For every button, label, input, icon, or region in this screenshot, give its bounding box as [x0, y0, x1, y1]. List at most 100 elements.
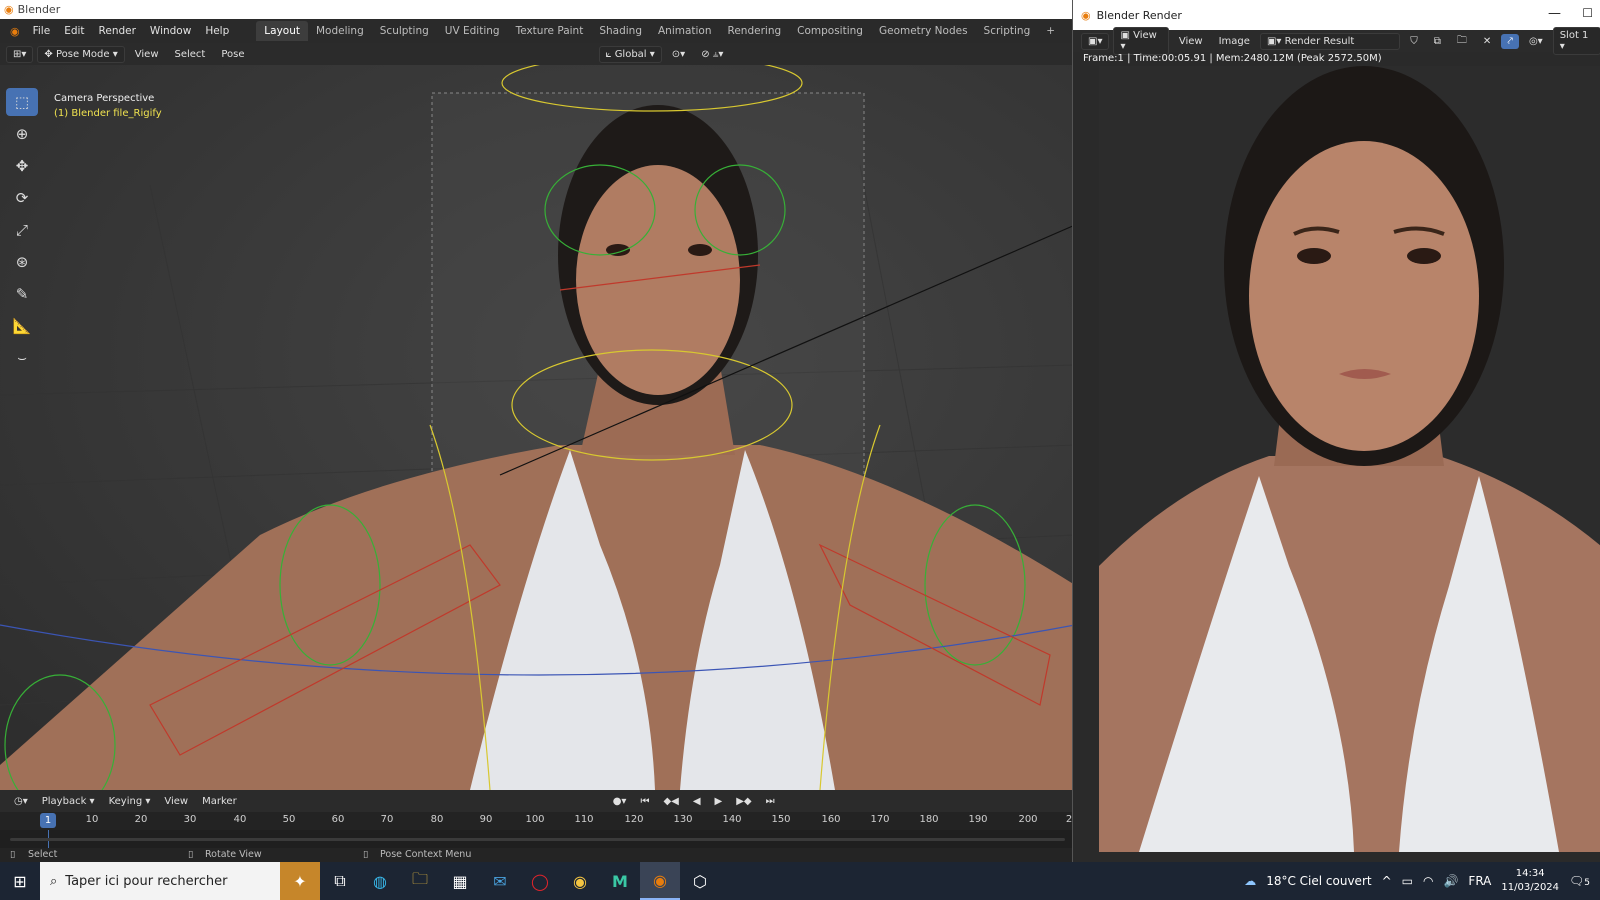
m-app-icon[interactable]: M — [600, 862, 640, 900]
image-editor-type-icon[interactable]: ▣▾ — [1081, 32, 1110, 50]
prev-keyframe-icon[interactable]: ◆◀ — [657, 794, 684, 809]
gizmo-icon[interactable]: ⤤ — [1501, 33, 1519, 49]
viewport-scene — [0, 65, 1075, 790]
menu-image[interactable]: Image — [1213, 34, 1256, 49]
tab-compositing[interactable]: Compositing — [789, 21, 871, 41]
pivot-icon[interactable]: ⊙▾ — [666, 47, 691, 62]
tab-uv-editing[interactable]: UV Editing — [437, 21, 508, 41]
play-icon[interactable]: ▶ — [709, 794, 729, 809]
record-icon[interactable]: ●▾ — [607, 794, 633, 809]
jump-end-icon[interactable]: ⏭ — [760, 794, 781, 809]
slot-dropdown[interactable]: Slot 1 ▾ — [1552, 27, 1600, 55]
menu-file[interactable]: File — [26, 25, 58, 37]
windows-start-icon[interactable]: ⊞ — [0, 862, 40, 900]
timeline-keying-menu[interactable]: Keying ▾ — [103, 794, 157, 809]
file-explorer-icon[interactable]: 🗀 — [400, 862, 440, 900]
select-box-tool-icon[interactable]: ⬚ — [6, 88, 38, 116]
annotate-tool-icon[interactable]: ✎ — [6, 280, 38, 308]
store-icon[interactable]: ▦ — [440, 862, 480, 900]
overlay-icon[interactable]: ◎▾ — [1523, 34, 1549, 49]
next-keyframe-icon[interactable]: ▶◆ — [730, 794, 757, 809]
timeline-ruler[interactable]: 1 10 20 30 40 50 60 70 80 90 100 110 120… — [0, 812, 1075, 830]
volume-icon[interactable]: 🔊 — [1443, 874, 1458, 888]
language-indicator[interactable]: FRA — [1468, 874, 1491, 888]
3d-viewport[interactable] — [0, 65, 1075, 790]
frame-tick: 100 — [525, 814, 545, 825]
editor-type-icon[interactable]: ⊞▾ — [6, 45, 34, 63]
mode-dropdown[interactable]: ✥ Pose Mode ▾ — [37, 45, 125, 63]
status-bar: ▯ Select ▯ Rotate View ▯ Pose Context Me… — [0, 848, 1075, 862]
timeline-track[interactable] — [0, 830, 1075, 848]
tab-texture-paint[interactable]: Texture Paint — [508, 21, 592, 41]
render-result-image[interactable] — [1099, 66, 1600, 852]
character-face — [576, 165, 740, 395]
timeline-view-menu[interactable]: View — [158, 794, 194, 809]
weather-text[interactable]: 18°C Ciel couvert — [1266, 874, 1371, 888]
taskbar-search-box[interactable]: ⌕ Taper ici pour rechercher — [40, 862, 280, 900]
new-image-icon[interactable]: ⧉ — [1428, 34, 1447, 49]
menu-window[interactable]: Window — [143, 25, 198, 37]
relax-pose-tool-icon[interactable]: ⌣ — [6, 344, 38, 372]
view-mode-dropdown[interactable]: ▣ View ▾ — [1113, 27, 1169, 55]
open-folder-icon[interactable]: 🗀 — [1451, 31, 1473, 52]
notification-icon[interactable]: 🗨5 — [1569, 874, 1590, 888]
timeline-scrollbar[interactable] — [10, 838, 1065, 841]
unlink-icon[interactable]: ✕ — [1477, 34, 1497, 49]
blender-menu-icon[interactable]: ◉ — [4, 25, 26, 38]
maximize-button[interactable]: ☐ — [1582, 6, 1593, 20]
tab-shading[interactable]: Shading — [591, 21, 650, 41]
timeline-playback-menu[interactable]: Playback ▾ — [36, 794, 101, 809]
opera-icon[interactable]: ◯ — [520, 862, 560, 900]
jump-start-icon[interactable]: ⏮ — [634, 794, 655, 809]
clock[interactable]: 14:34 11/03/2024 — [1501, 867, 1559, 895]
box-icon[interactable]: ⬡ — [680, 862, 720, 900]
menu-view[interactable]: View — [129, 47, 165, 62]
viewport-header: ⊞▾ ✥ Pose Mode ▾ View Select Pose ⟀ Glob… — [0, 43, 1075, 65]
edge-icon[interactable]: ◍ — [360, 862, 400, 900]
app-titlebar: ◉ Blender — [0, 0, 1075, 19]
mail-icon[interactable]: ✉ — [480, 862, 520, 900]
frame-tick: 110 — [574, 814, 594, 825]
chrome-icon[interactable]: ◉ — [560, 862, 600, 900]
frame-tick: 20 — [134, 814, 148, 825]
menu-edit[interactable]: Edit — [57, 25, 91, 37]
timeline-editor-icon[interactable]: ◷▾ — [8, 794, 34, 809]
tab-scripting[interactable]: Scripting — [976, 21, 1039, 41]
tab-animation[interactable]: Animation — [650, 21, 720, 41]
render-result-dropdown[interactable]: ▣▾ Render Result — [1259, 32, 1401, 50]
weather-icon[interactable]: ☁ — [1244, 874, 1256, 888]
chevron-up-icon[interactable]: ^ — [1382, 874, 1392, 888]
move-tool-icon[interactable]: ✥ — [6, 152, 38, 180]
tab-modeling[interactable]: Modeling — [308, 21, 372, 41]
transform-tool-icon[interactable]: ⊛ — [6, 248, 38, 276]
cursor-tool-icon[interactable]: ⊕ — [6, 120, 38, 148]
menu-view[interactable]: View — [1173, 34, 1209, 49]
tab-layout[interactable]: Layout — [256, 21, 308, 41]
portrait-face — [1249, 141, 1479, 451]
menu-help[interactable]: Help — [198, 25, 236, 37]
current-frame-indicator[interactable]: 1 — [40, 813, 56, 828]
fake-user-icon[interactable]: ⛉ — [1404, 34, 1424, 49]
tab-geometry-nodes[interactable]: Geometry Nodes — [871, 21, 976, 41]
transform-orientation-dropdown[interactable]: ⟀ Global ▾ — [598, 45, 662, 63]
menu-render[interactable]: Render — [92, 25, 143, 37]
menu-pose[interactable]: Pose — [215, 47, 250, 62]
battery-icon[interactable]: ▭ — [1402, 874, 1413, 888]
play-reverse-icon[interactable]: ◀ — [687, 794, 707, 809]
task-view-icon[interactable]: ⧉ — [320, 862, 360, 900]
wifi-icon[interactable]: ◠ — [1423, 874, 1433, 888]
timeline-marker-menu[interactable]: Marker — [196, 794, 243, 809]
menu-select[interactable]: Select — [169, 47, 212, 62]
frame-tick: 40 — [233, 814, 247, 825]
add-workspace-icon[interactable]: + — [1038, 21, 1063, 41]
minimize-button[interactable]: — — [1548, 6, 1561, 21]
scale-tool-icon[interactable]: ⤢ — [6, 216, 38, 244]
tab-rendering[interactable]: Rendering — [720, 21, 790, 41]
image-icon: ▣▾ — [1266, 35, 1285, 47]
measure-tool-icon[interactable]: 📐 — [6, 312, 38, 340]
rotate-tool-icon[interactable]: ⟳ — [6, 184, 38, 212]
blender-taskbar-icon[interactable]: ◉ — [640, 862, 680, 900]
snap-icon[interactable]: ⊘ ⫨▾ — [695, 47, 729, 62]
tab-sculpting[interactable]: Sculpting — [372, 21, 437, 41]
search-highlight-icon[interactable]: ✦ — [280, 862, 320, 900]
